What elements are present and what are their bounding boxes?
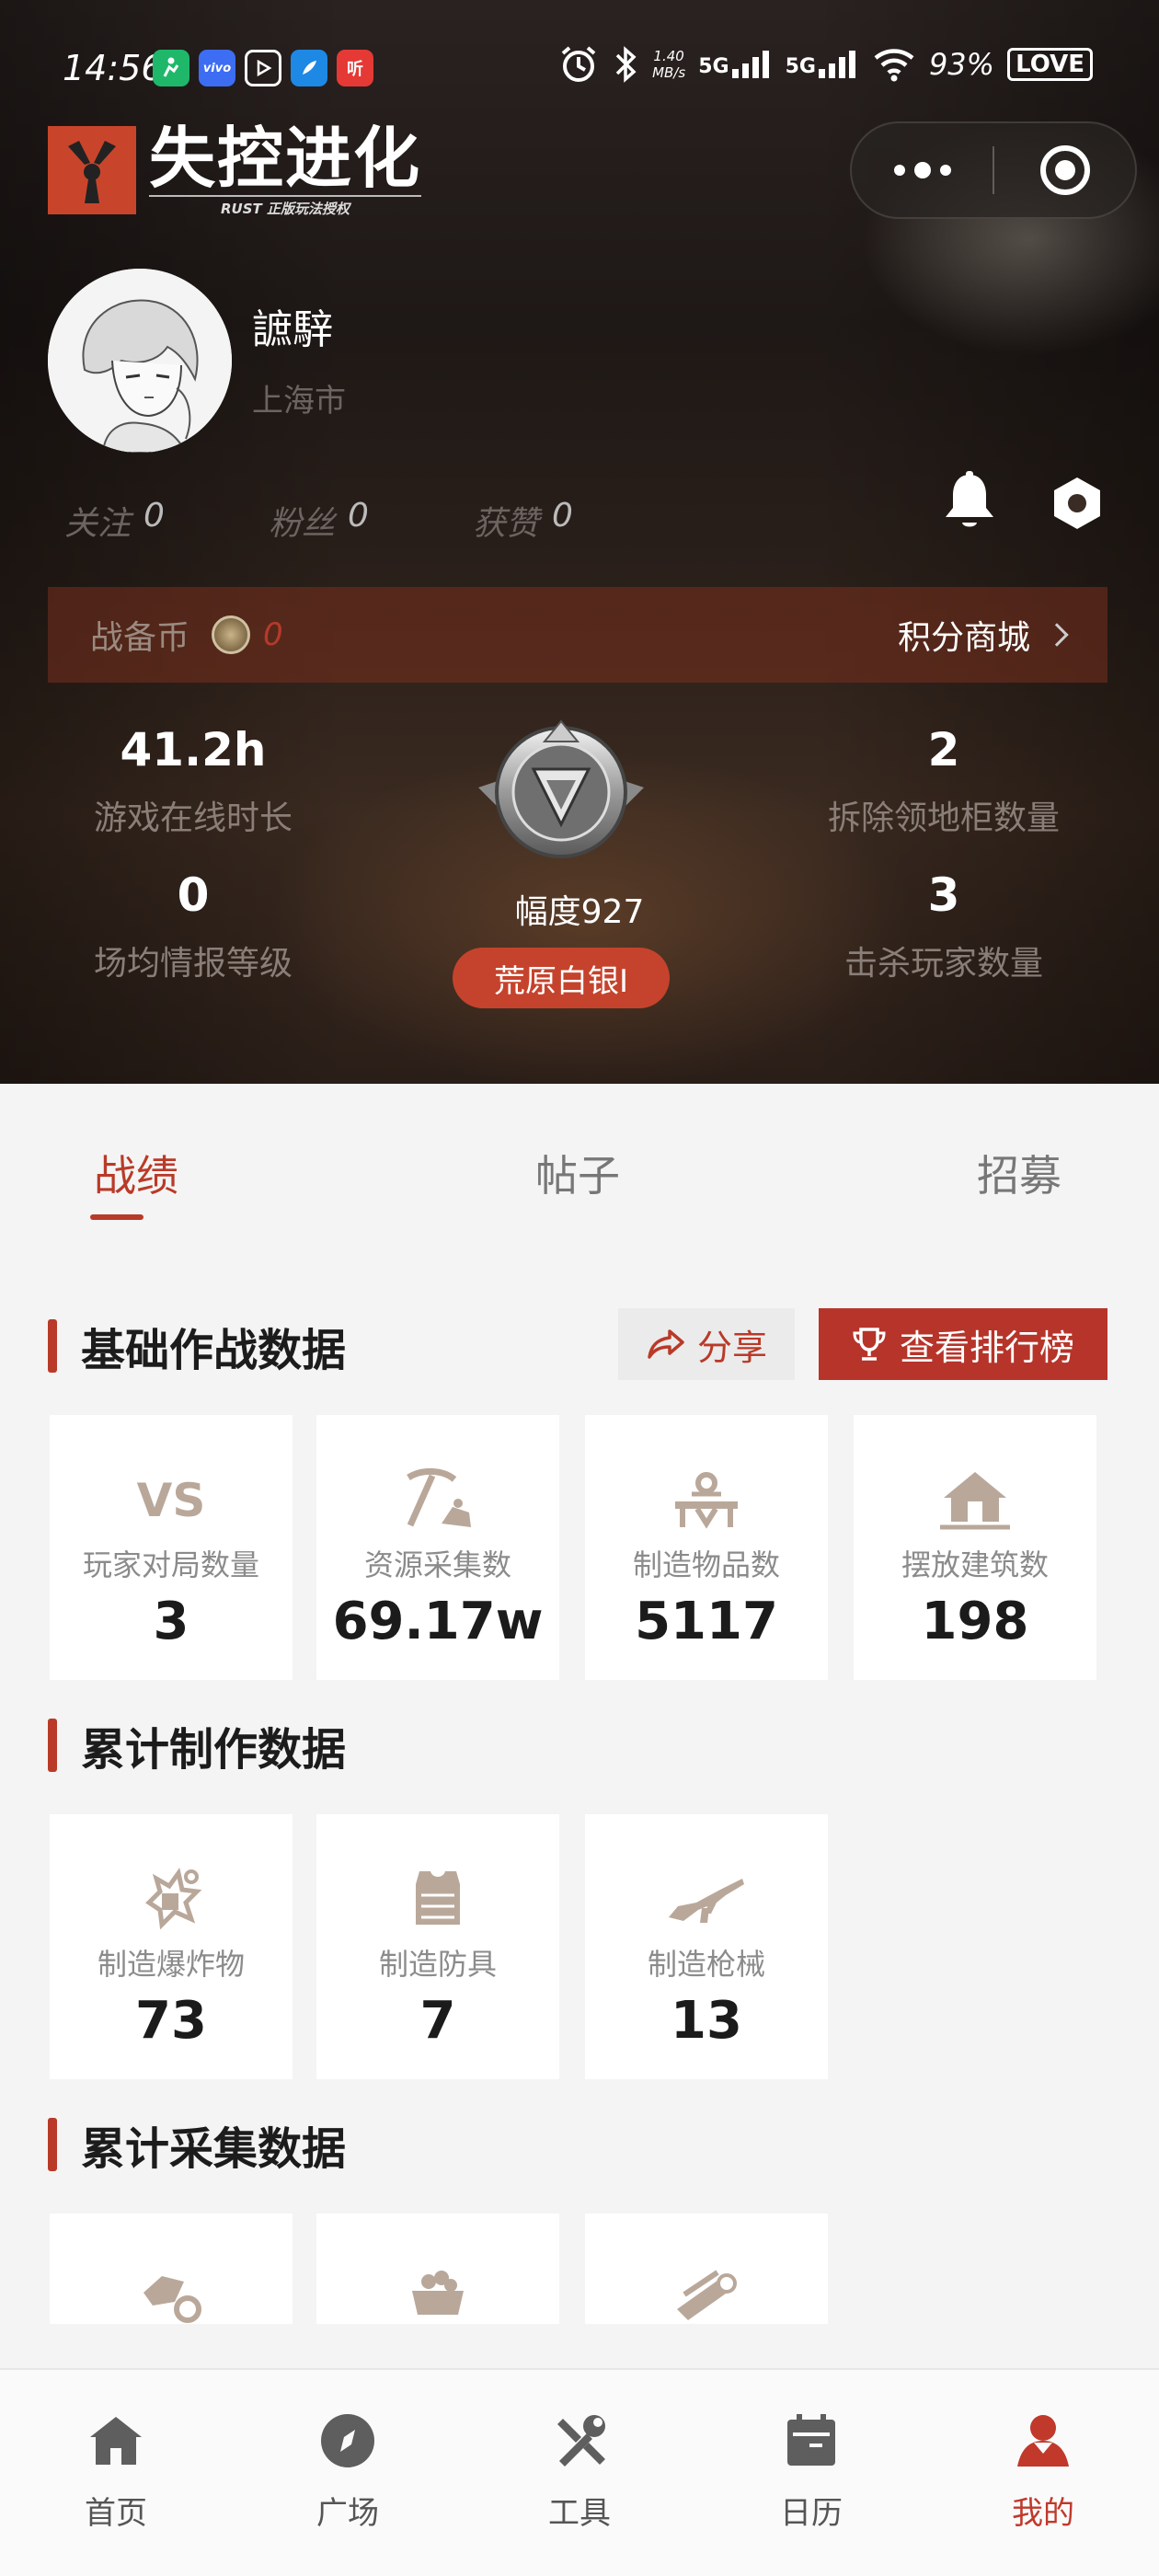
rank-badge-icon[interactable]: [469, 714, 653, 870]
bottom-nav: 首页 广场 工具 日历 我的: [0, 2368, 1159, 2576]
brand-logo-icon: [48, 125, 136, 214]
gather-card-ore: [50, 2214, 293, 2324]
close-miniprogram-button[interactable]: [994, 123, 1135, 217]
share-icon: [648, 1329, 684, 1359]
nav-tools[interactable]: 工具: [464, 2370, 695, 2576]
vs-icon: VS: [134, 1466, 208, 1533]
main-content: 战绩 帖子 招募 基础作战数据 分享 查看排行榜 VS 玩家对局数量 3 资源采…: [0, 1084, 1159, 2368]
followers-count[interactable]: 粉丝 0: [269, 497, 473, 545]
rank-tier-badge: 荒原白银I: [453, 948, 670, 1008]
minecart-icon: [401, 2265, 475, 2324]
stat-card-gathered: 资源采集数 69.17w: [316, 1415, 559, 1680]
trophy-icon: [853, 1328, 886, 1361]
vivo-app-icon: vivo: [199, 50, 235, 86]
svg-text:VS: VS: [137, 1474, 206, 1525]
likes-count[interactable]: 获赞 0: [473, 497, 677, 545]
points-bar: 战备币 0 积分商城: [48, 587, 1107, 683]
signal-5g-1: 5G: [698, 51, 772, 78]
house-icon: [938, 1466, 1012, 1533]
following-count[interactable]: 关注 0: [64, 497, 269, 545]
stat-card-matches: VS 玩家对局数量 3: [50, 1415, 293, 1680]
leaderboard-button[interactable]: 查看排行榜: [819, 1308, 1107, 1380]
brand-name: 失控进化: [149, 120, 422, 197]
network-speed: 1.40 MB/s: [652, 48, 686, 81]
section-title-gathering: 累计采集数据: [48, 2112, 346, 2177]
nav-home[interactable]: 首页: [0, 2370, 232, 2576]
workbench-icon: [670, 1466, 743, 1533]
stat-card-crafted: 制造物品数 5117: [585, 1415, 828, 1680]
calendar-icon: [779, 2409, 843, 2473]
battery-level: 93%: [928, 47, 995, 82]
profile-tabs: 战绩 帖子 招募: [0, 1143, 1159, 1220]
ore-icon: [134, 2265, 208, 2324]
alarm-icon: [561, 46, 596, 82]
feather-app-icon: [291, 50, 327, 86]
tab-recruit[interactable]: 招募: [977, 1143, 1061, 1203]
stat-kills: 3 击杀玩家数量: [843, 868, 1043, 983]
home-icon: [84, 2409, 148, 2473]
miniprogram-capsule: [850, 121, 1137, 219]
tab-posts[interactable]: 帖子: [535, 1143, 620, 1203]
status-time: 14:56: [63, 48, 164, 88]
craft-card-explosives: 制造爆炸物 73: [50, 1814, 293, 2079]
explosive-icon: [134, 1866, 208, 1932]
love-badge: LOVE: [1007, 48, 1093, 81]
rank-degree: 幅度927: [514, 893, 645, 931]
chevron-right-icon: [1045, 623, 1069, 647]
stat-demolish: 2 拆除领地柜数量: [827, 723, 1060, 837]
profile-icon: [1011, 2409, 1075, 2473]
stat-card-buildings: 摆放建筑数 198: [854, 1415, 1096, 1680]
coin-label: 战备币: [90, 619, 190, 657]
stat-online-hours: 41.2h 游戏在线时长: [93, 723, 293, 837]
follow-stats: 关注 0 粉丝 0 获赞 0: [64, 497, 677, 545]
settings-hex-icon[interactable]: [1049, 475, 1106, 532]
signal-5g-2: 5G: [786, 51, 859, 78]
listen-app-icon: 听: [337, 50, 373, 86]
user-location: 上海市: [252, 383, 346, 420]
tools-icon: [547, 2409, 612, 2473]
status-indicators: 1.40 MB/s 5G 5G 93% LOVE: [558, 44, 1093, 85]
status-app-icons: vivo 听: [153, 50, 373, 86]
craft-card-guns: 制造枪械 13: [585, 1814, 828, 2079]
nav-mine[interactable]: 我的: [927, 2370, 1159, 2576]
armor-icon: [401, 1866, 475, 1932]
profile-header: 14:56 vivo 听 1.40 MB/s 5G 5G 93% LOVE 失控…: [0, 0, 1159, 1084]
username: 謶騂: [252, 306, 333, 353]
section-title-crafting: 累计制作数据: [48, 1713, 346, 1777]
tab-active-indicator: [90, 1214, 143, 1220]
rifle-icon: [665, 1866, 748, 1932]
pickaxe-icon: [401, 1466, 475, 1533]
video-app-icon: [245, 50, 281, 86]
brand-subtitle: RUST 正版玩法授权: [149, 195, 422, 218]
brand-logo: 失控进化 RUST 正版玩法授权: [48, 120, 422, 218]
avatar[interactable]: [48, 269, 232, 453]
compass-icon: [316, 2409, 380, 2473]
section-title-basic: 基础作战数据: [48, 1314, 346, 1378]
more-dots-icon: [893, 162, 951, 178]
share-button[interactable]: 分享: [618, 1308, 795, 1380]
fitness-app-icon: [153, 50, 189, 86]
tab-records[interactable]: 战绩: [94, 1143, 178, 1203]
gather-card-wood: [585, 2214, 828, 2324]
stat-intel-level: 0 场均情报等级: [93, 868, 293, 983]
coin-value: 0: [263, 616, 283, 653]
wifi-icon: [874, 49, 914, 82]
target-icon: [1039, 145, 1090, 195]
craft-card-armor: 制造防具 7: [316, 1814, 559, 2079]
bluetooth-icon: [615, 46, 637, 83]
bell-icon[interactable]: [942, 471, 997, 532]
points-shop-link[interactable]: 积分商城: [898, 611, 1069, 659]
gather-card-minecart: [316, 2214, 559, 2324]
coin-icon: [212, 615, 251, 654]
wood-logs-icon: [670, 2265, 743, 2324]
more-options-button[interactable]: [852, 123, 993, 217]
nav-calendar[interactable]: 日历: [695, 2370, 927, 2576]
nav-square[interactable]: 广场: [232, 2370, 464, 2576]
